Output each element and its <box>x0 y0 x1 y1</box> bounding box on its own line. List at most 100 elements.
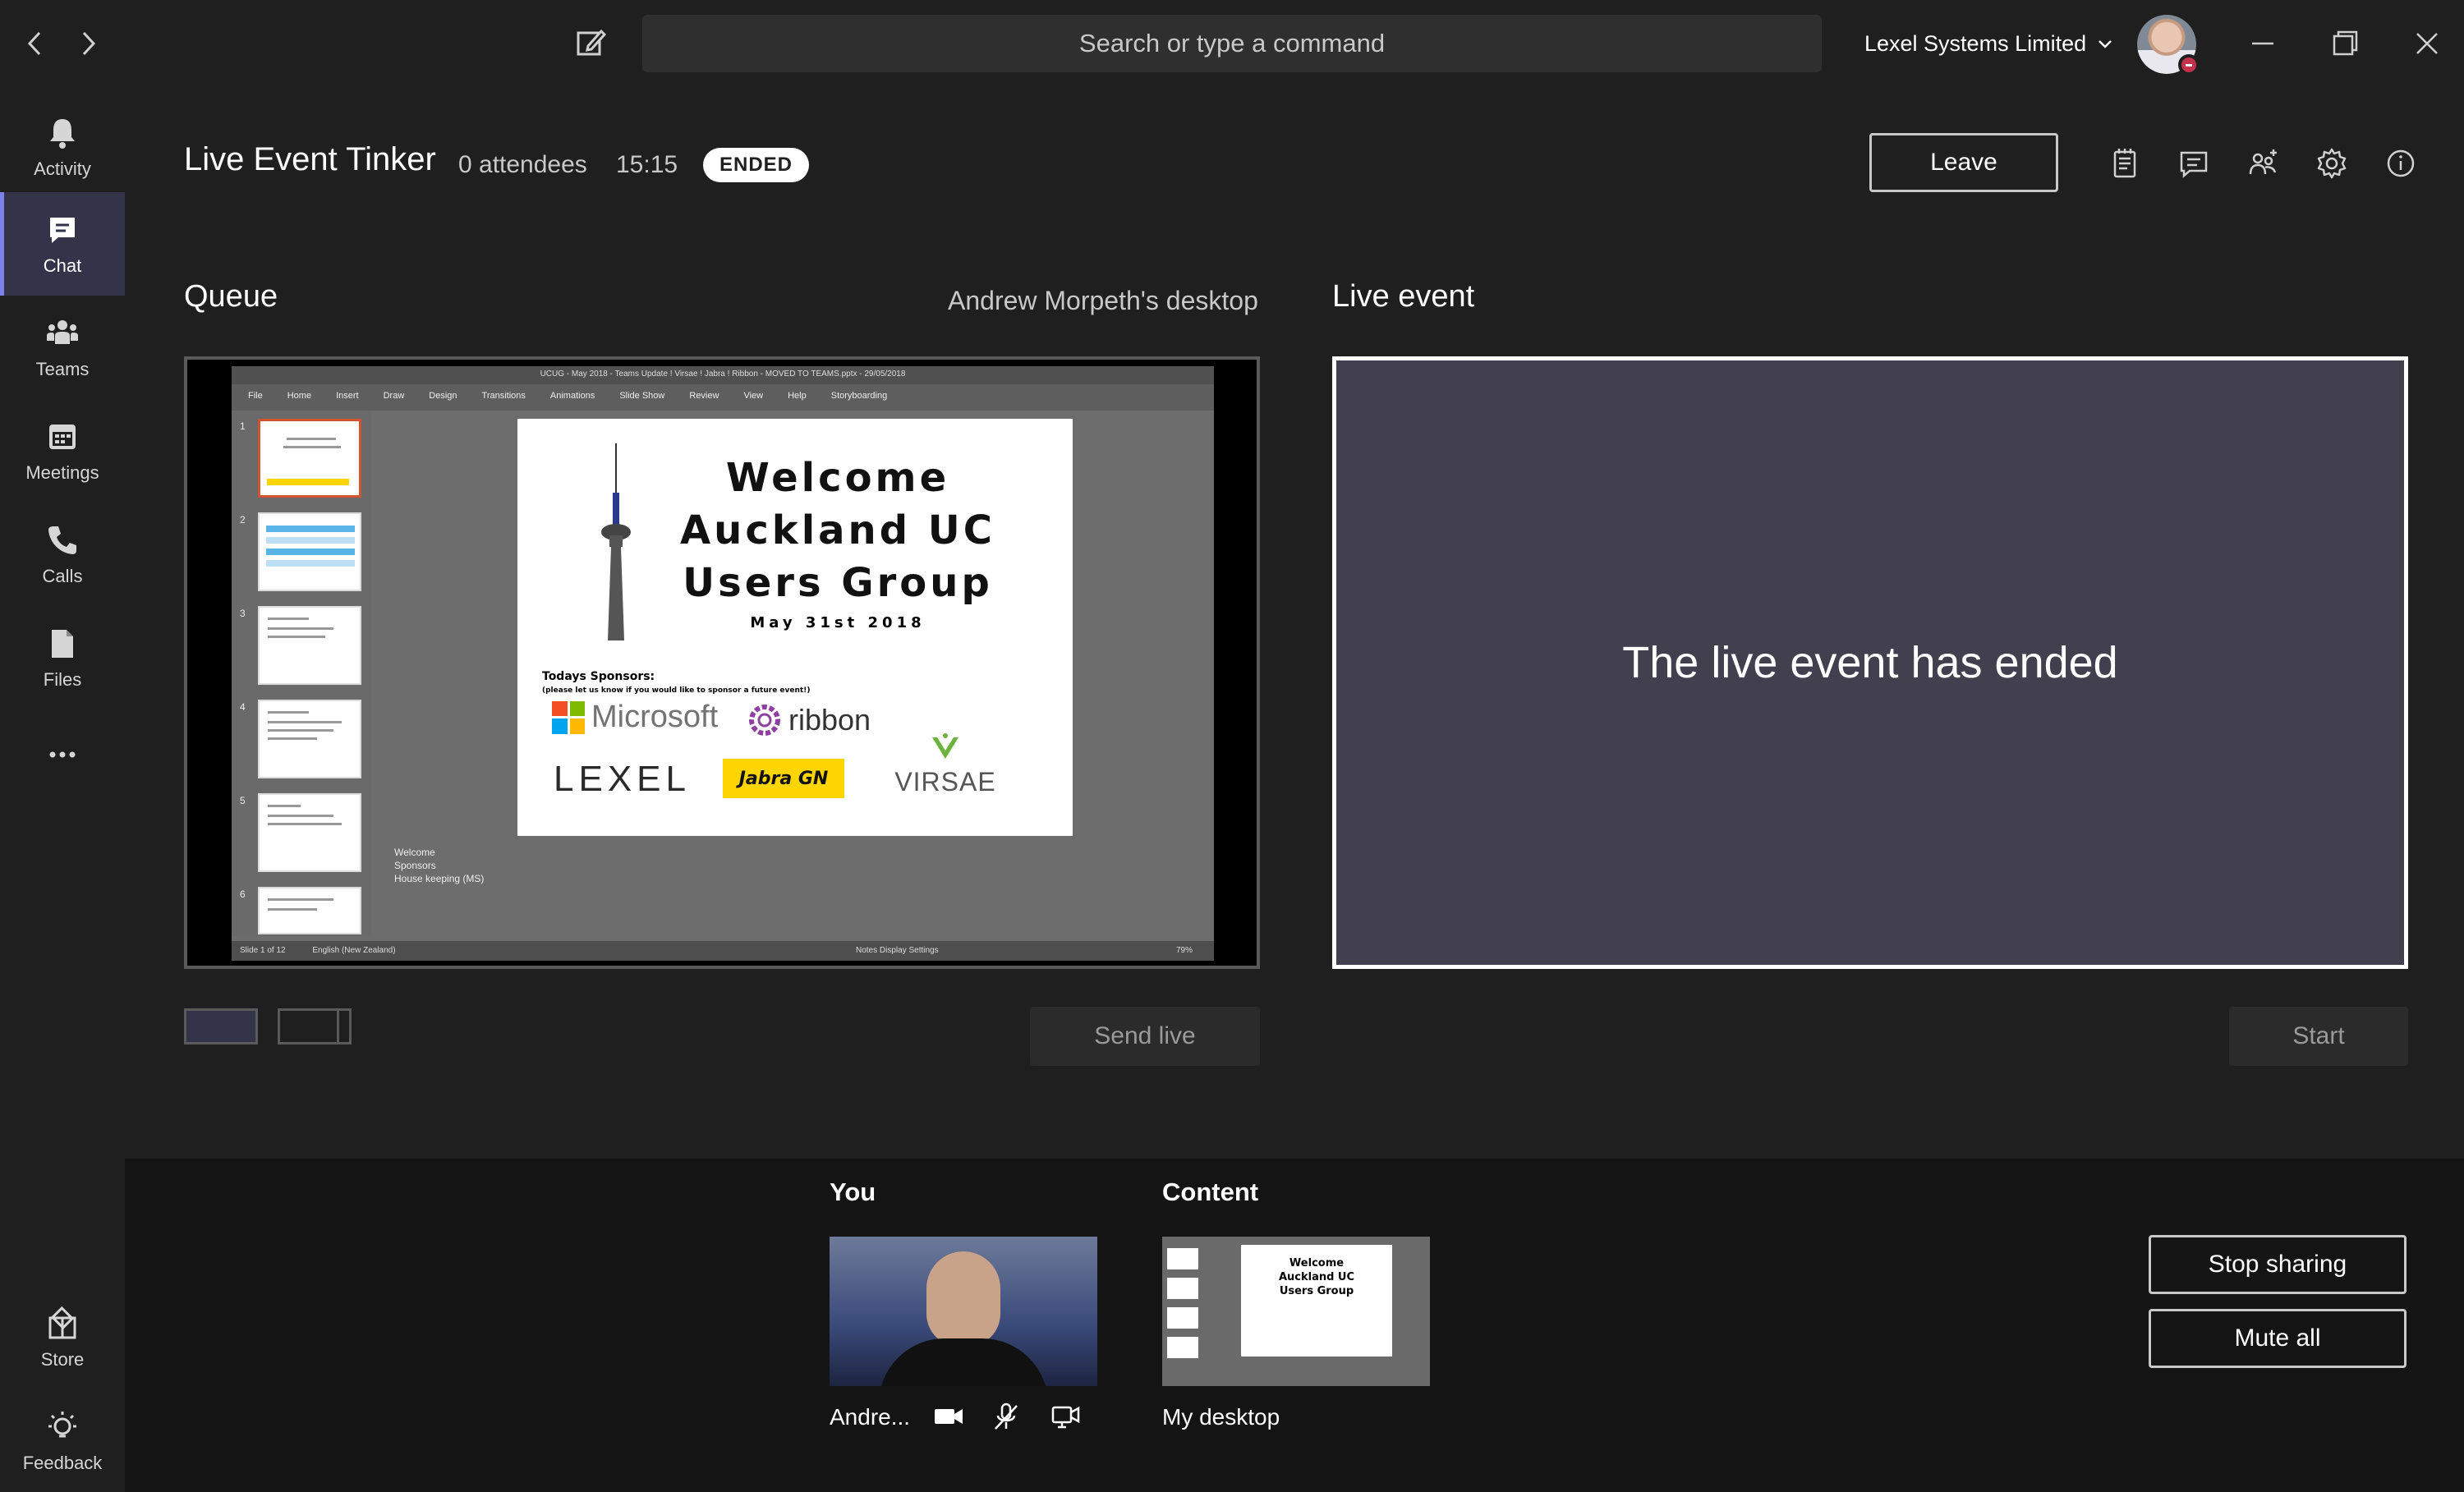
chat-icon <box>50 218 75 243</box>
rail-item-label: Chat <box>43 255 82 276</box>
meeting-notes-icon[interactable] <box>2106 145 2144 182</box>
thumb-number: 2 <box>240 514 246 526</box>
rail-item-chat[interactable]: Chat <box>0 192 125 296</box>
chevron-down-icon <box>2099 40 2112 48</box>
info-icon[interactable] <box>2382 145 2420 182</box>
back-arrow-icon[interactable] <box>16 25 54 62</box>
forward-arrow-icon[interactable] <box>69 25 107 62</box>
mini-slide-line: Welcome <box>1289 1257 1345 1269</box>
rail-item-teams[interactable]: Teams <box>0 296 125 399</box>
profile-avatar[interactable] <box>2137 15 2200 76</box>
video-options-icon[interactable] <box>1048 1399 1083 1434</box>
calendar-icon <box>49 425 76 449</box>
ppt-tab: View <box>743 391 764 401</box>
ppt-tab: Storyboarding <box>830 391 888 401</box>
layout-split-button[interactable] <box>278 1008 352 1044</box>
slide-thumbnail <box>258 512 361 591</box>
ppt-tab: File <box>248 391 263 401</box>
mic-muted-icon[interactable] <box>989 1399 1023 1434</box>
store-icon <box>48 1306 76 1339</box>
slide-counter: Slide 1 of 12 <box>240 946 286 955</box>
thumb-number: 5 <box>240 795 246 806</box>
notes-display-settings: Notes Display Settings <box>856 946 939 955</box>
lexel-logo: LEXEL <box>554 759 691 799</box>
ppt-window-title: UCUG - May 2018 - Teams Update ! Virsae … <box>232 366 1214 384</box>
live-event-preview: The live event has ended <box>1332 356 2408 969</box>
do-not-disturb-icon <box>2178 54 2200 76</box>
self-name: Andre... <box>830 1404 911 1430</box>
virsae-logo: VIRSAE <box>892 731 999 797</box>
layout-single-button[interactable] <box>184 1008 258 1044</box>
ppt-status-bar: Slide 1 of 12 English (New Zealand) Note… <box>232 941 1214 961</box>
participants-icon[interactable] <box>2244 145 2282 182</box>
ppt-tab: Design <box>429 391 457 401</box>
camera-icon[interactable] <box>931 1399 966 1434</box>
lightbulb-icon <box>48 1412 76 1438</box>
you-heading: You <box>830 1178 876 1206</box>
org-name: Lexel Systems Limited <box>1864 30 2087 56</box>
compose-icon[interactable] <box>570 23 611 64</box>
live-event-heading: Live event <box>1332 279 1475 314</box>
microsoft-wordmark: Microsoft <box>591 700 719 734</box>
queue-preview[interactable]: UCUG - May 2018 - Teams Update ! Virsae … <box>184 356 1260 969</box>
speaker-notes: Welcome Sponsors House keeping (MS) <box>394 846 484 885</box>
content-name: My desktop <box>1162 1404 1280 1430</box>
jabra-logo: Jabra GN <box>723 759 844 798</box>
gear-icon[interactable] <box>2313 145 2351 182</box>
rail-item-activity[interactable]: Activity <box>0 95 125 199</box>
rail-item-meetings[interactable]: Meetings <box>0 399 125 503</box>
slide-thumbnail <box>258 793 361 872</box>
minimize-icon[interactable] <box>2242 23 2283 64</box>
thumb-number: 1 <box>240 420 246 432</box>
mute-all-button[interactable]: Mute all <box>2149 1309 2407 1368</box>
thumb-number: 3 <box>240 608 246 619</box>
phone-icon <box>48 526 76 554</box>
org-switcher[interactable]: Lexel Systems Limited <box>1864 25 2114 62</box>
queue-heading: Queue <box>184 279 278 314</box>
rail-item-label: Store <box>40 1349 85 1370</box>
chat-bubble-icon[interactable] <box>2175 145 2213 182</box>
sponsors-heading: Todays Sponsors: <box>542 670 655 683</box>
zoom-level: 79% <box>1176 946 1193 955</box>
content-thumbnail[interactable]: Welcome Auckland UC Users Group <box>1162 1237 1430 1386</box>
search-placeholder: Search or type a command <box>1078 29 1386 57</box>
leave-button[interactable]: Leave <box>1869 133 2058 192</box>
file-icon <box>52 630 73 658</box>
slide-thumbnail <box>258 887 361 934</box>
rail-item-calls[interactable]: Calls <box>0 503 125 606</box>
rail-item-feedback[interactable]: Feedback <box>0 1389 125 1492</box>
send-live-button[interactable]: Send live <box>1030 1007 1260 1066</box>
content-heading: Content <box>1162 1178 1259 1206</box>
ribbon-wordmark: ribbon <box>788 703 871 737</box>
event-duration: 15:15 <box>616 151 678 178</box>
shared-screen-powerpoint: UCUG - May 2018 - Teams Update ! Virsae … <box>232 366 1214 961</box>
slide-thumbnail <box>258 700 361 778</box>
ppt-tab: Slide Show <box>619 391 665 401</box>
rail-item-files[interactable]: Files <box>0 606 125 709</box>
language-indicator: English (New Zealand) <box>312 946 396 955</box>
ppt-slide-thumbnails: 1 2 3 4 5 6 <box>232 411 371 936</box>
ppt-tab: Draw <box>383 391 405 401</box>
more-apps-button[interactable] <box>0 709 125 800</box>
ppt-tab: Home <box>287 391 312 401</box>
ribbon-flower-icon <box>749 705 780 736</box>
slide-date: May 31st 2018 <box>750 614 926 631</box>
ppt-tab: Help <box>788 391 807 401</box>
restore-icon[interactable] <box>2324 23 2365 64</box>
self-video-thumbnail[interactable] <box>830 1237 1097 1386</box>
close-icon[interactable] <box>2407 23 2448 64</box>
queue-source: Andrew Morpeth's desktop <box>948 286 1258 315</box>
ribbon-logo: ribbon <box>746 701 871 739</box>
teams-icon <box>47 320 78 344</box>
slide-thumbnail <box>258 606 361 685</box>
sponsors-subtitle: (please let us know if you would like to… <box>542 686 811 695</box>
stop-sharing-button[interactable]: Stop sharing <box>2149 1235 2407 1294</box>
app-rail: Activity Chat Teams Meetings Calls Files… <box>0 87 125 1492</box>
start-button[interactable]: Start <box>2229 1007 2408 1066</box>
event-title: Live Event Tinker <box>184 141 436 177</box>
search-input[interactable]: Search or type a command <box>642 15 1822 72</box>
rail-item-label: Activity <box>34 158 91 179</box>
rail-item-store[interactable]: Store <box>0 1286 125 1389</box>
thumb-number: 6 <box>240 888 246 900</box>
bell-icon <box>50 119 75 149</box>
